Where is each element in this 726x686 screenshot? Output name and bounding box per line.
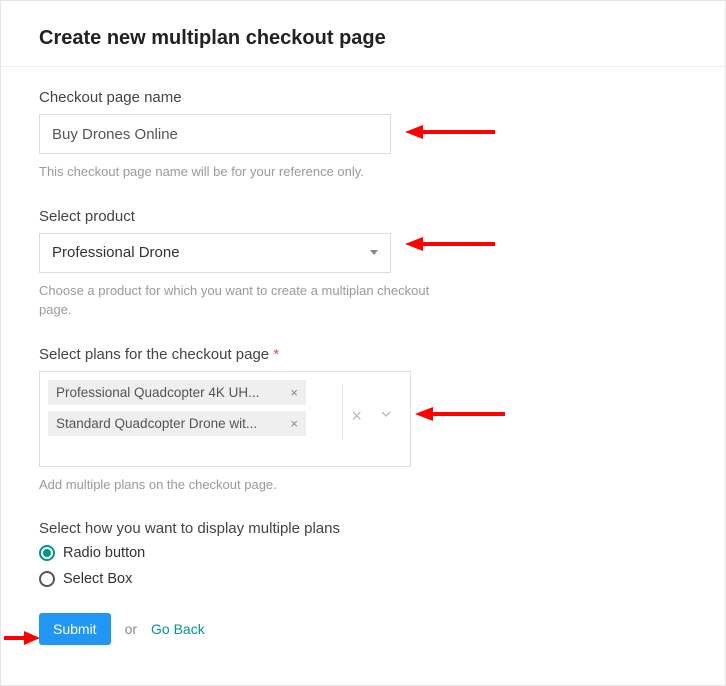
go-back-link[interactable]: Go Back xyxy=(151,621,205,637)
radio-icon xyxy=(39,571,55,587)
radio-label: Select Box xyxy=(63,571,132,587)
plan-chip: Standard Quadcopter Drone wit... × xyxy=(48,411,306,436)
checkout-name-help: This checkout page name will be for your… xyxy=(39,162,439,182)
display-mode-radio-group: Radio button Select Box xyxy=(39,545,687,587)
radio-option-radio-button[interactable]: Radio button xyxy=(39,545,687,561)
product-selected-value: Professional Drone xyxy=(52,244,370,261)
plan-chip-label: Professional Quadcopter 4K UH... xyxy=(56,385,282,400)
radio-label: Radio button xyxy=(63,545,145,561)
clear-all-icon[interactable]: × xyxy=(351,406,362,427)
or-text: or xyxy=(125,621,137,637)
form-actions: Submit or Go Back xyxy=(39,613,687,645)
checkout-name-input[interactable] xyxy=(39,114,391,154)
plans-chips-area: Professional Quadcopter 4K UH... × Stand… xyxy=(48,380,342,436)
display-mode-label: Select how you want to display multiple … xyxy=(39,520,687,537)
plans-label-text: Select plans for the checkout page xyxy=(39,346,269,363)
plans-label: Select plans for the checkout page * xyxy=(39,346,687,363)
plans-multiselect[interactable]: Professional Quadcopter 4K UH... × Stand… xyxy=(39,371,411,467)
checkout-name-group: Checkout page name This checkout page na… xyxy=(39,89,687,182)
plans-group: Select plans for the checkout page * Pro… xyxy=(39,346,687,495)
plans-actions: × xyxy=(342,384,402,440)
caret-down-icon xyxy=(370,250,378,255)
chip-remove-icon[interactable]: × xyxy=(290,385,298,400)
submit-button[interactable]: Submit xyxy=(39,613,111,645)
product-help: Choose a product for which you want to c… xyxy=(39,281,439,320)
plans-help: Add multiple plans on the checkout page. xyxy=(39,475,439,495)
radio-option-select-box[interactable]: Select Box xyxy=(39,571,687,587)
product-label: Select product xyxy=(39,208,687,225)
radio-icon xyxy=(39,545,55,561)
checkout-name-label: Checkout page name xyxy=(39,89,687,106)
plan-chip: Professional Quadcopter 4K UH... × xyxy=(48,380,306,405)
product-group: Select product Professional Drone Choose… xyxy=(39,208,687,320)
plan-chip-label: Standard Quadcopter Drone wit... xyxy=(56,416,282,431)
product-select[interactable]: Professional Drone xyxy=(39,233,391,273)
display-mode-group: Select how you want to display multiple … xyxy=(39,520,687,587)
chip-remove-icon[interactable]: × xyxy=(290,416,298,431)
chevron-down-icon[interactable] xyxy=(378,406,394,427)
page-title: Create new multiplan checkout page xyxy=(1,1,725,67)
required-marker: * xyxy=(273,346,279,363)
